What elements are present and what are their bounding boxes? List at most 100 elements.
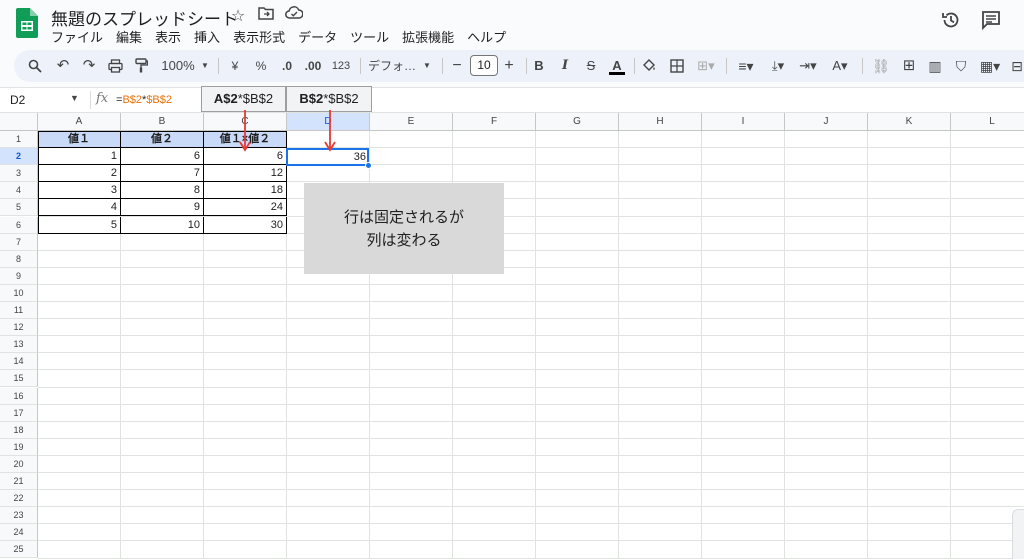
row-header-10[interactable]: 10	[0, 284, 38, 302]
column-header-i[interactable]: I	[702, 113, 785, 131]
grid-row-line	[38, 266, 1024, 268]
chevron-down-icon[interactable]: ▼	[200, 50, 210, 82]
font-family-select[interactable]: デフォ…	[368, 50, 416, 82]
print-icon[interactable]	[106, 50, 124, 82]
grid-column-line	[950, 131, 951, 559]
title-icons: ☆	[228, 6, 304, 26]
horizontal-align-icon[interactable]: ≡▾	[734, 50, 758, 82]
name-box[interactable]: D2	[10, 93, 25, 107]
bold-button[interactable]: B	[532, 50, 546, 82]
column-header-a[interactable]: A	[38, 113, 121, 131]
merge-cells-icon[interactable]: ⊞▾	[694, 50, 718, 82]
text-color-label: A	[612, 58, 622, 73]
menu-view[interactable]: 表示	[155, 27, 187, 46]
grid-row-line	[38, 283, 1024, 285]
strikethrough-button[interactable]: S	[584, 50, 598, 82]
search-menus-icon[interactable]	[26, 50, 44, 82]
menu-help[interactable]: ヘルプ	[467, 27, 512, 46]
menu-file[interactable]: ファイル	[51, 27, 109, 46]
row-header-8[interactable]: 8	[0, 250, 38, 268]
row-header-3[interactable]: 3	[0, 165, 38, 183]
row-header-21[interactable]: 21	[0, 473, 38, 490]
text-rotation-icon[interactable]: A▾	[828, 50, 852, 82]
decrease-decimal-button[interactable]: .0	[278, 50, 296, 82]
menu-insert[interactable]: 挿入	[194, 27, 226, 46]
chevron-down-icon[interactable]: ▼	[422, 50, 432, 82]
column-header-k[interactable]: K	[868, 113, 951, 131]
undo-icon[interactable]: ↶	[54, 50, 72, 82]
increase-decimal-button[interactable]: .00	[302, 50, 324, 82]
column-header-l[interactable]: L	[951, 113, 1024, 131]
filter-icon[interactable]: ⛉	[952, 50, 970, 82]
row-header-23[interactable]: 23	[0, 507, 38, 525]
filter-views-icon[interactable]: ▦▾	[976, 50, 1004, 82]
column-header-g[interactable]: G	[536, 113, 619, 131]
grid-row-line	[38, 557, 1024, 559]
row-header-19[interactable]: 19	[0, 438, 38, 456]
zoom-select[interactable]: 100%	[160, 50, 196, 82]
comment-icon[interactable]	[981, 10, 1001, 30]
functions-icon[interactable]: ⊟	[1010, 50, 1024, 82]
column-header-h[interactable]: H	[619, 113, 702, 131]
menu-extensions[interactable]: 拡張機能	[402, 27, 460, 46]
percent-format-button[interactable]: %	[254, 50, 268, 82]
fill-handle[interactable]	[365, 162, 372, 169]
column-header-f[interactable]: F	[453, 113, 536, 131]
cloud-status-icon[interactable]	[284, 6, 304, 26]
text-color-button[interactable]: A	[608, 50, 626, 82]
menu-bar: ファイル 編集 表示 挿入 表示形式 データ ツール 拡張機能 ヘルプ	[51, 27, 519, 46]
row-header-4[interactable]: 4	[0, 182, 38, 200]
row-header-14[interactable]: 14	[0, 353, 38, 371]
row-header-9[interactable]: 9	[0, 267, 38, 285]
row-header-13[interactable]: 13	[0, 336, 38, 354]
row-header-16[interactable]: 16	[0, 387, 38, 405]
side-panel-toggle[interactable]	[1012, 509, 1024, 559]
grid-row-line	[38, 420, 1024, 422]
chevron-down-icon[interactable]: ▼	[70, 93, 79, 103]
more-formats-button[interactable]: 123	[330, 50, 352, 82]
row-header-20[interactable]: 20	[0, 455, 38, 473]
column-header-j[interactable]: J	[785, 113, 868, 131]
redo-icon[interactable]: ↷	[80, 50, 98, 82]
menu-format[interactable]: 表示形式	[233, 27, 291, 46]
decrease-font-size-button[interactable]: −	[450, 50, 464, 82]
menu-tools[interactable]: ツール	[350, 27, 395, 46]
paint-format-icon[interactable]	[132, 50, 150, 82]
row-header-5[interactable]: 5	[0, 199, 38, 217]
row-header-15[interactable]: 15	[0, 370, 38, 388]
row-header-18[interactable]: 18	[0, 421, 38, 439]
italic-button[interactable]: I	[558, 50, 572, 82]
row-header-2[interactable]: 2	[0, 148, 38, 166]
row-header-1[interactable]: 1	[0, 131, 38, 148]
increase-font-size-button[interactable]: +	[502, 50, 516, 82]
menu-data[interactable]: データ	[298, 27, 343, 46]
column-header-e[interactable]: E	[370, 113, 453, 131]
vertical-align-icon[interactable]: ⤓▾	[766, 50, 790, 82]
row-header-12[interactable]: 12	[0, 319, 38, 337]
note-line-1: 行は固定されるが	[343, 208, 464, 226]
insert-comment-icon[interactable]: ⊞	[900, 50, 918, 82]
insert-link-icon[interactable]: ⛓	[872, 50, 890, 82]
star-icon[interactable]: ☆	[228, 6, 248, 26]
column-header-b[interactable]: B	[121, 113, 204, 131]
text-wrap-icon[interactable]: ⇥▾	[796, 50, 820, 82]
row-header-22[interactable]: 22	[0, 490, 38, 508]
row-header-11[interactable]: 11	[0, 302, 38, 319]
row-header-17[interactable]: 17	[0, 404, 38, 422]
menu-edit[interactable]: 編集	[116, 27, 148, 46]
select-all-corner[interactable]	[0, 113, 38, 131]
move-folder-icon[interactable]	[256, 6, 276, 26]
font-size-input[interactable]: 10	[470, 55, 498, 76]
fill-color-icon[interactable]	[640, 50, 658, 82]
history-icon[interactable]	[941, 10, 961, 30]
formula-input[interactable]: =B$2*$B$2	[116, 94, 172, 106]
row-header-24[interactable]: 24	[0, 524, 38, 542]
row-header-7[interactable]: 7	[0, 233, 38, 251]
insert-chart-icon[interactable]: ▥	[926, 50, 944, 82]
borders-icon[interactable]	[668, 50, 686, 82]
formula-divider	[90, 91, 91, 109]
row-header-25[interactable]: 25	[0, 541, 38, 559]
row-header-6[interactable]: 6	[0, 216, 38, 234]
sheets-logo-icon[interactable]	[16, 8, 38, 38]
currency-format-button[interactable]: ¥	[228, 50, 242, 82]
